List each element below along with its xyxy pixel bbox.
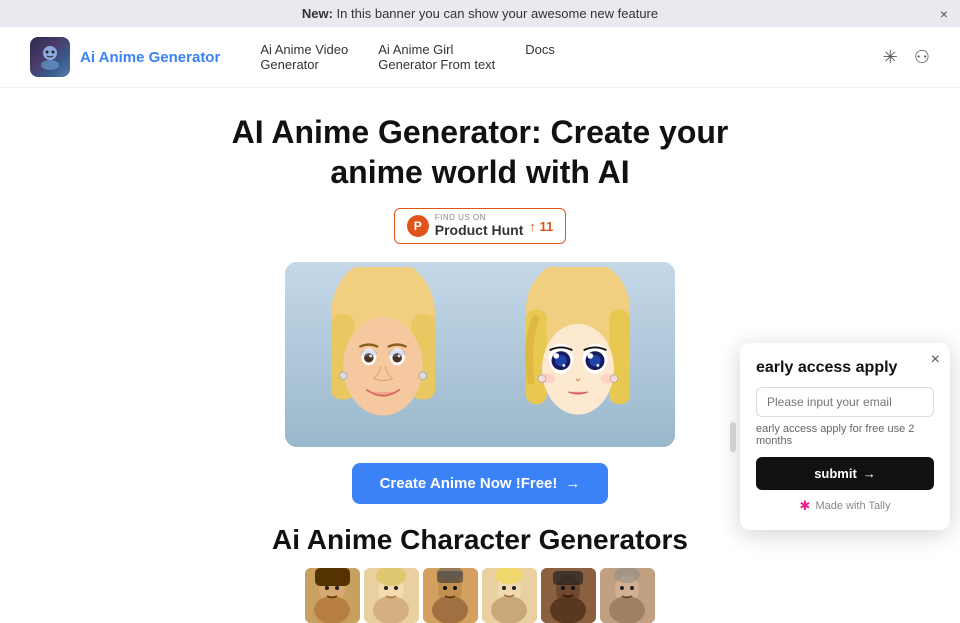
thumbnail-2 [364,568,419,623]
logo-text: Ai Anime Generator [80,49,220,66]
tally-star-icon: ✱ [800,498,811,514]
gear-icon[interactable]: ✳ [883,47,898,68]
announcement-banner: New: In this banner you can show your aw… [0,0,960,27]
thumbnail-5 [541,568,596,623]
early-access-popup: × early access apply early access apply … [740,343,950,530]
nav-item-girl[interactable]: Ai Anime Girl Generator From text [378,42,495,72]
popup-close-button[interactable]: × [931,351,940,369]
logo-image [30,37,70,77]
ph-text: FIND US ON Product Hunt [435,214,524,238]
thumbnail-6 [600,568,655,623]
navbar: Ai Anime Generator Ai Anime Video Genera… [0,27,960,88]
logo-area[interactable]: Ai Anime Generator [30,37,220,77]
nav-links: Ai Anime Video Generator Ai Anime Girl G… [260,42,882,72]
thumbnail-3 [423,568,478,623]
face-after [480,262,675,447]
popup-handle [730,422,736,452]
nav-item-docs[interactable]: Docs [525,42,555,72]
user-icon[interactable]: ⚇ [914,47,930,68]
email-input[interactable] [756,387,934,417]
popup-description: early access apply for free use 2 months [756,423,934,447]
hero-title: AI Anime Generator: Create your anime wo… [232,112,729,192]
popup-title: early access apply [756,359,934,377]
ph-icon: P [407,215,429,237]
face-before [285,262,480,447]
thumbnail-4 [482,568,537,623]
thumbnail-row [305,568,655,623]
nav-item-video[interactable]: Ai Anime Video Generator [260,42,348,72]
popup-tally-credit: ✱ Made with Tally [756,498,934,514]
ph-upvote: ↑ 11 [529,219,553,234]
nav-icons: ✳ ⚇ [883,47,930,68]
create-anime-button[interactable]: Create Anime Now !Free! → [352,463,609,504]
thumbnail-1 [305,568,360,623]
popup-submit-button[interactable]: submit → [756,457,934,490]
hero-image [285,262,675,447]
banner-close-button[interactable]: × [940,6,948,22]
section-title: Ai Anime Character Generators [272,524,688,556]
product-hunt-badge[interactable]: P FIND US ON Product Hunt ↑ 11 [394,208,567,244]
banner-text: New: In this banner you can show your aw… [302,6,658,21]
